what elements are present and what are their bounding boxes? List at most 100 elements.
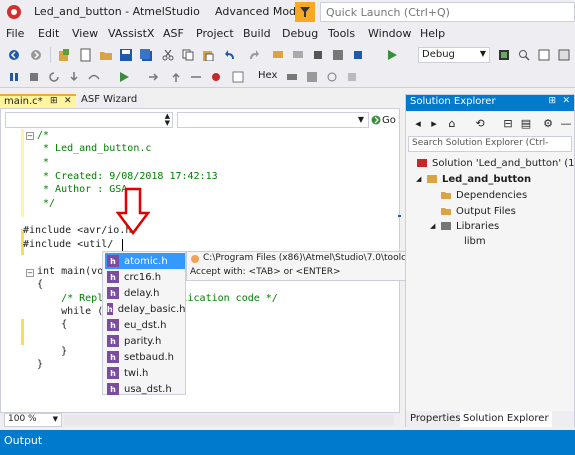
menu-debug[interactable]: Debug: [282, 27, 318, 40]
paste-icon[interactable]: [200, 47, 216, 63]
se-search-input[interactable]: Search Solution Explorer (Ctrl-: [408, 136, 572, 152]
pin-icon[interactable]: ⊞: [50, 96, 58, 106]
close-icon[interactable]: ✕: [562, 96, 570, 106]
menu-vassistx[interactable]: VAssistX: [108, 27, 154, 40]
properties-icon[interactable]: [556, 47, 572, 63]
start-debugging-icon[interactable]: [384, 47, 400, 63]
home-icon[interactable]: ⌂: [444, 115, 460, 131]
history-icon[interactable]: ⟲: [472, 115, 488, 131]
menu-edit[interactable]: Edit: [38, 27, 59, 40]
output-panel-tab[interactable]: Output: [0, 430, 575, 455]
menu-asf[interactable]: ASF: [163, 27, 184, 40]
horizontal-scrollbar[interactable]: [64, 415, 394, 425]
menu-file[interactable]: File: [6, 27, 24, 40]
new-file-icon[interactable]: [78, 47, 94, 63]
tree-item-libm[interactable]: libm: [464, 236, 486, 247]
rebuild-icon[interactable]: [350, 47, 366, 63]
notification-filter-icon[interactable]: [295, 2, 315, 22]
zoom-select[interactable]: 100 % ▼: [4, 413, 62, 427]
collapse-toggle-icon[interactable]: −: [26, 269, 34, 277]
code-line: * Led_and_button.c: [37, 143, 152, 154]
device-programming-icon[interactable]: [496, 47, 512, 63]
tree-item-libraries[interactable]: ◢ Libraries: [430, 220, 499, 232]
open-icon[interactable]: [98, 47, 114, 63]
step-out-icon[interactable]: [168, 69, 184, 85]
pin-icon[interactable]: ⊞: [548, 96, 556, 106]
chevron-down-icon[interactable]: ◢: [416, 175, 426, 183]
list-item[interactable]: h crc16.h: [105, 269, 185, 285]
menu-project[interactable]: Project: [196, 27, 234, 40]
menu-build[interactable]: Build: [243, 27, 271, 40]
collapse-toggle-icon[interactable]: −: [26, 132, 34, 140]
step-into-icon[interactable]: [66, 69, 82, 85]
break-all-icon[interactable]: [6, 69, 22, 85]
disassembly-icon[interactable]: [230, 69, 246, 85]
forward-icon[interactable]: ▸: [426, 115, 442, 131]
go-button[interactable]: Go: [371, 112, 399, 128]
step-over-icon[interactable]: [86, 69, 102, 85]
forward-icon[interactable]: [28, 47, 44, 63]
tab-main-c[interactable]: main.c* ⊞ ✕: [0, 94, 76, 108]
folder-icon: [441, 192, 451, 199]
code-line: */: [37, 198, 56, 209]
list-item[interactable]: h usa_dst.h: [105, 381, 185, 397]
list-item[interactable]: h setbaud.h: [105, 349, 185, 365]
save-icon[interactable]: [118, 47, 134, 63]
scope-dropdown[interactable]: ▲ ▼: [5, 112, 173, 128]
show-files-icon[interactable]: ▤: [518, 115, 534, 131]
build-icon[interactable]: [310, 47, 326, 63]
back-icon[interactable]: [6, 47, 22, 63]
find-icon[interactable]: [516, 47, 532, 63]
registers-icon[interactable]: [304, 69, 320, 85]
build-solution-icon[interactable]: [330, 47, 346, 63]
copy-icon[interactable]: [180, 47, 196, 63]
configuration-select[interactable]: Debug ▼: [418, 47, 490, 63]
chevron-down-icon[interactable]: ◢: [430, 222, 440, 230]
wrench-icon[interactable]: ⚙: [540, 115, 556, 131]
undo-icon[interactable]: [222, 47, 238, 63]
new-project-icon[interactable]: [56, 47, 72, 63]
cut-icon[interactable]: [160, 47, 176, 63]
breakpoint-icon[interactable]: [208, 69, 224, 85]
restart-icon[interactable]: [46, 69, 62, 85]
menu-view[interactable]: View: [72, 27, 98, 40]
spinner-icon[interactable]: ▲ ▼: [165, 113, 170, 127]
save-all-icon[interactable]: [138, 47, 154, 63]
tree-item-solution[interactable]: Solution 'Led_and_button' (1 p: [416, 157, 575, 169]
tree-item-project[interactable]: ◢ Led_and_button: [416, 173, 531, 185]
minus-icon[interactable]: —: [558, 115, 574, 131]
tab-solution-explorer[interactable]: Solution Explorer: [460, 411, 552, 427]
menu-help[interactable]: Help: [420, 27, 445, 40]
redo-icon[interactable]: [246, 47, 262, 63]
symbol-dropdown[interactable]: ▼: [177, 112, 369, 128]
quick-launch-input[interactable]: Quick Launch (Ctrl+Q): [320, 2, 575, 22]
tab-asf-wizard[interactable]: ASF Wizard: [78, 94, 144, 108]
continue-icon[interactable]: [116, 69, 132, 85]
list-item[interactable]: h twi.h: [105, 365, 185, 381]
menu-window[interactable]: Window: [368, 27, 411, 40]
run-to-cursor-icon[interactable]: [146, 69, 162, 85]
close-icon[interactable]: ✕: [64, 96, 72, 106]
list-item[interactable]: h delay_basic.h: [105, 301, 186, 317]
stop-debugging-icon[interactable]: [26, 69, 42, 85]
autocomplete-list[interactable]: h atomic.h h crc16.h h delay.h h delay_basic…: [102, 251, 186, 395]
comment-icon[interactable]: [270, 47, 286, 63]
list-item[interactable]: h eu_dst.h: [105, 317, 185, 333]
list-item[interactable]: h atomic.h: [105, 253, 185, 269]
tree-item-output-files[interactable]: Output Files: [440, 205, 516, 217]
list-item[interactable]: h delay.h: [105, 285, 185, 301]
list-item[interactable]: h parity.h: [105, 333, 185, 349]
locals-icon[interactable]: [344, 69, 360, 85]
uncomment-icon[interactable]: [290, 47, 306, 63]
tree-item-dependencies[interactable]: Dependencies: [440, 189, 527, 201]
hex-toggle[interactable]: Hex: [258, 70, 277, 81]
solution-explorer-icon[interactable]: [536, 47, 552, 63]
mode-label[interactable]: Advanced Mode: [215, 5, 303, 18]
watch-icon[interactable]: [324, 69, 340, 85]
collapse-all-icon[interactable]: ⊟: [500, 115, 516, 131]
memory-icon[interactable]: [284, 69, 300, 85]
show-next-statement-icon[interactable]: [188, 69, 204, 85]
back-icon[interactable]: ◂: [410, 115, 426, 131]
menu-tools[interactable]: Tools: [328, 27, 355, 40]
tab-properties[interactable]: Properties: [410, 413, 461, 424]
